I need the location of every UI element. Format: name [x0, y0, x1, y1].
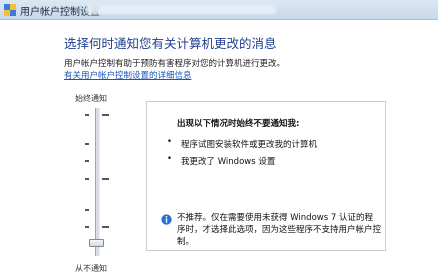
bullet-item: 我更改了 Windows 设置: [181, 157, 276, 167]
slider-tick: [102, 178, 109, 180]
slider-bottom-label: 从不通知: [75, 264, 107, 273]
slider-tick: [85, 178, 89, 180]
uac-more-info-link[interactable]: 有关用户帐户控制设置的详细信息: [64, 69, 192, 81]
bullet-marker: •: [167, 137, 173, 147]
page-description: 用户帐户控制有助于预防有害程序对您的计算机进行更改。: [64, 59, 286, 69]
slider-tick: [85, 160, 89, 162]
warning-note: 不推荐。仅在需要使用未获得 Windows 7 认证的程序时，才选择此选项，因为…: [177, 213, 382, 247]
blurred-title-path: [86, 5, 276, 14]
uac-shield-icon: [4, 4, 16, 16]
slider-thumb[interactable]: [89, 239, 104, 247]
slider-tick: [85, 114, 89, 116]
slider-tick: [85, 143, 89, 145]
bullet-item: 程序试图安装软件或更改我的计算机: [181, 140, 318, 150]
slider-tick: [85, 226, 89, 228]
page-heading: 选择何时通知您有关计算机更改的消息: [64, 36, 277, 51]
notification-level-slider[interactable]: [80, 106, 116, 260]
info-icon: [161, 214, 172, 225]
slider-top-label: 始终通知: [75, 94, 107, 103]
bullet-marker: •: [167, 154, 173, 164]
slider-tick: [85, 209, 89, 211]
level-description-panel: 出现以下情况时始终不要通知我: • 程序试图安装软件或更改我的计算机 • 我更改…: [146, 101, 386, 251]
slider-tick: [102, 226, 109, 228]
slider-track[interactable]: [95, 108, 100, 256]
slider-tick: [102, 114, 109, 116]
title-bar[interactable]: 用户帐户控制设置: [0, 0, 438, 20]
uac-settings-content: 选择何时通知您有关计算机更改的消息 用户帐户控制有助于预防有害程序对您的计算机进…: [0, 20, 438, 278]
panel-title: 出现以下情况时始终不要通知我:: [177, 119, 300, 129]
